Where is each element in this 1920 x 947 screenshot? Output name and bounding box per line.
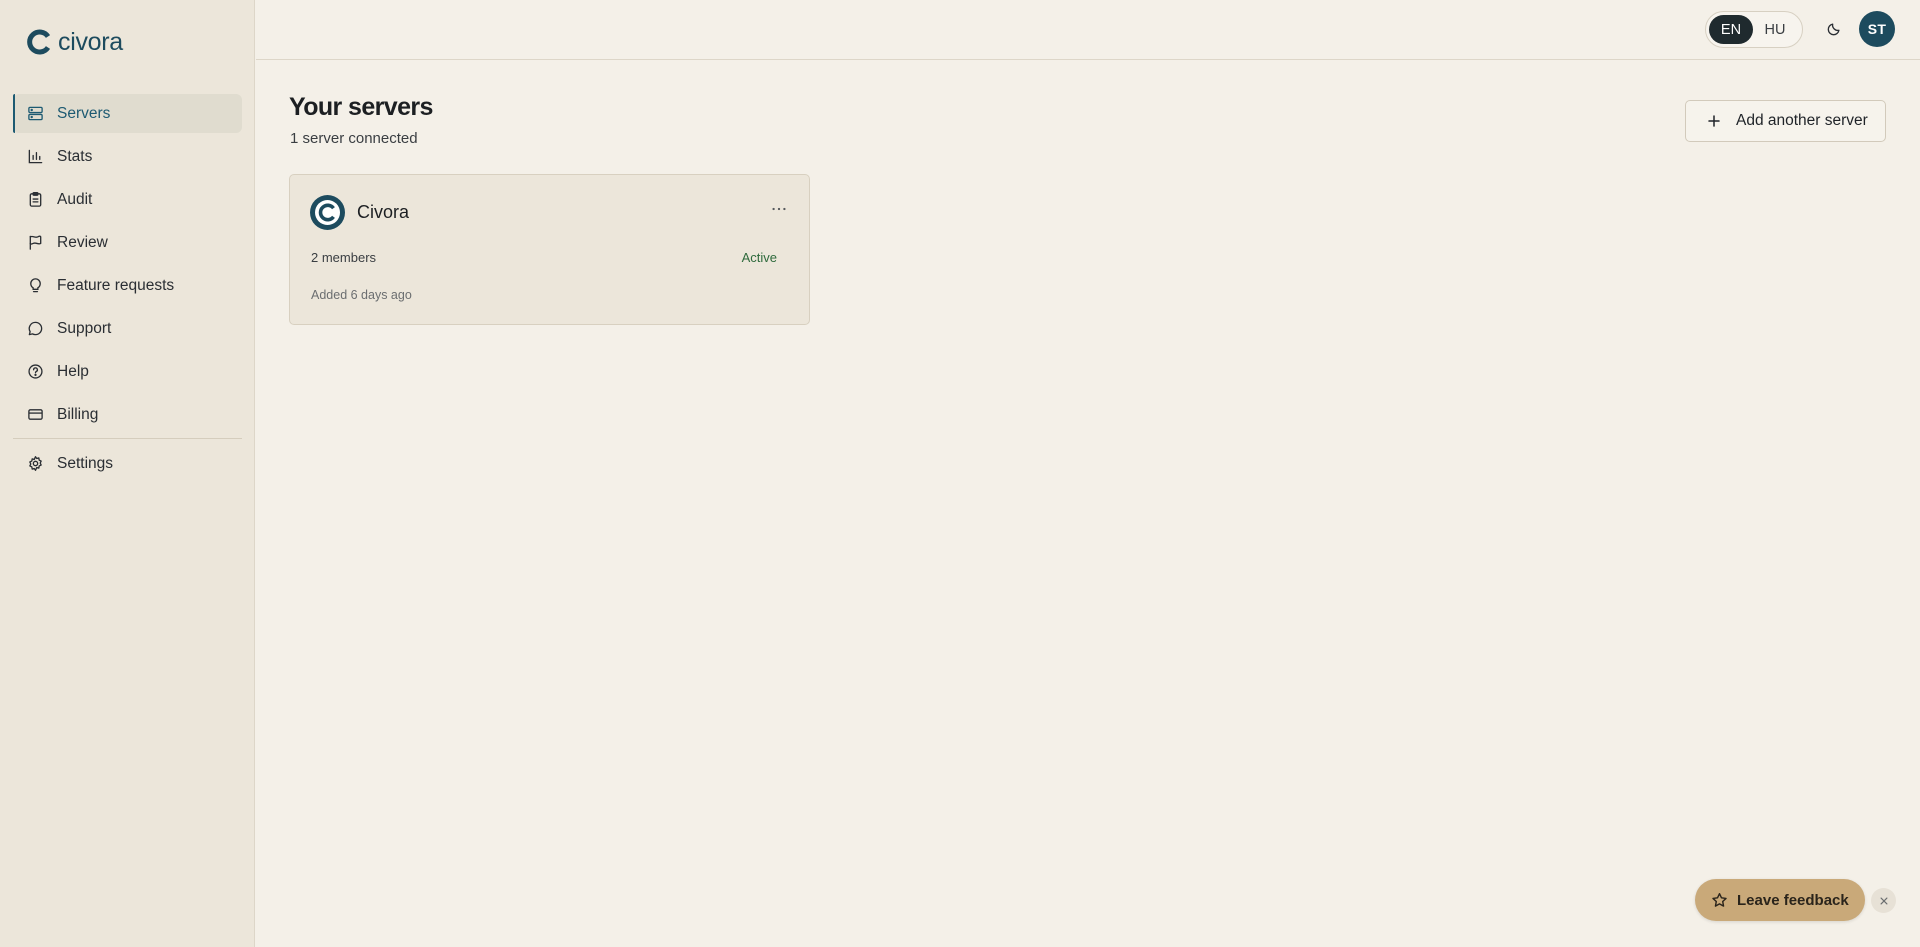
sidebar-item-feature-requests[interactable]: Feature requests [13, 266, 242, 305]
server-icon [26, 105, 44, 123]
server-card[interactable]: Civora 2 members Active Added 6 days ago [289, 174, 810, 325]
topbar: EN HU ST [256, 0, 1920, 60]
server-name: Civora [357, 202, 410, 222]
server-menu-button[interactable] [769, 199, 789, 219]
add-server-button[interactable]: Add another server [1685, 100, 1886, 142]
credit-card-icon [26, 406, 44, 424]
page-title: Your servers [289, 93, 433, 121]
sidebar-item-label: Settings [57, 454, 114, 472]
leave-feedback-button[interactable]: Leave feedback [1695, 879, 1865, 921]
theme-toggle-button[interactable] [1822, 17, 1846, 41]
sidebar-item-billing[interactable]: Billing [13, 395, 242, 434]
language-option-en[interactable]: EN [1709, 15, 1753, 44]
sidebar-item-label: Audit [57, 190, 93, 208]
sidebar-item-stats[interactable]: Stats [13, 137, 242, 176]
flag-icon [26, 234, 44, 252]
sidebar-item-label: Servers [57, 104, 111, 122]
add-server-label: Add another server [1736, 112, 1868, 129]
language-option-hu[interactable]: HU [1753, 15, 1797, 44]
sidebar: civora Servers Stats Audit Review Featur… [0, 0, 255, 947]
help-circle-icon [26, 363, 44, 381]
brand-name: civora [58, 27, 123, 56]
sidebar-nav: Servers Stats Audit Review Feature reque… [13, 94, 242, 487]
server-logo-icon [310, 195, 345, 230]
close-icon [1880, 897, 1887, 904]
clipboard-icon [26, 191, 44, 209]
sidebar-item-settings[interactable]: Settings [13, 444, 242, 483]
sidebar-item-label: Help [57, 362, 89, 380]
language-switcher: EN HU [1705, 11, 1803, 48]
chat-bubble-icon [26, 320, 44, 338]
plus-icon [1708, 115, 1720, 127]
more-horizontal-icon [772, 207, 786, 211]
gear-icon [26, 455, 44, 473]
sidebar-item-label: Review [57, 233, 108, 251]
sidebar-item-label: Support [57, 319, 112, 337]
server-added-date: Added 6 days ago [311, 288, 412, 302]
user-avatar[interactable]: ST [1859, 11, 1895, 47]
sidebar-item-label: Billing [57, 405, 99, 423]
server-members: 2 members [311, 250, 377, 265]
civora-logo-icon [27, 29, 51, 55]
sidebar-item-servers[interactable]: Servers [13, 94, 242, 133]
bar-chart-icon [26, 148, 44, 166]
sidebar-item-support[interactable]: Support [13, 309, 242, 348]
sidebar-item-help[interactable]: Help [13, 352, 242, 391]
star-icon [1712, 892, 1727, 907]
sidebar-item-review[interactable]: Review [13, 223, 242, 262]
sidebar-item-label: Stats [57, 147, 93, 165]
feedback-close-button[interactable] [1871, 888, 1896, 913]
moon-icon [1827, 23, 1840, 36]
brand-logo[interactable]: civora [26, 26, 123, 58]
sidebar-divider [13, 438, 242, 439]
lightbulb-icon [26, 277, 44, 295]
sidebar-item-label: Feature requests [57, 276, 175, 294]
server-status: Active [741, 250, 777, 265]
page-subtitle: 1 server connected [290, 130, 418, 147]
sidebar-item-audit[interactable]: Audit [13, 180, 242, 219]
feedback-label: Leave feedback [1737, 891, 1849, 909]
